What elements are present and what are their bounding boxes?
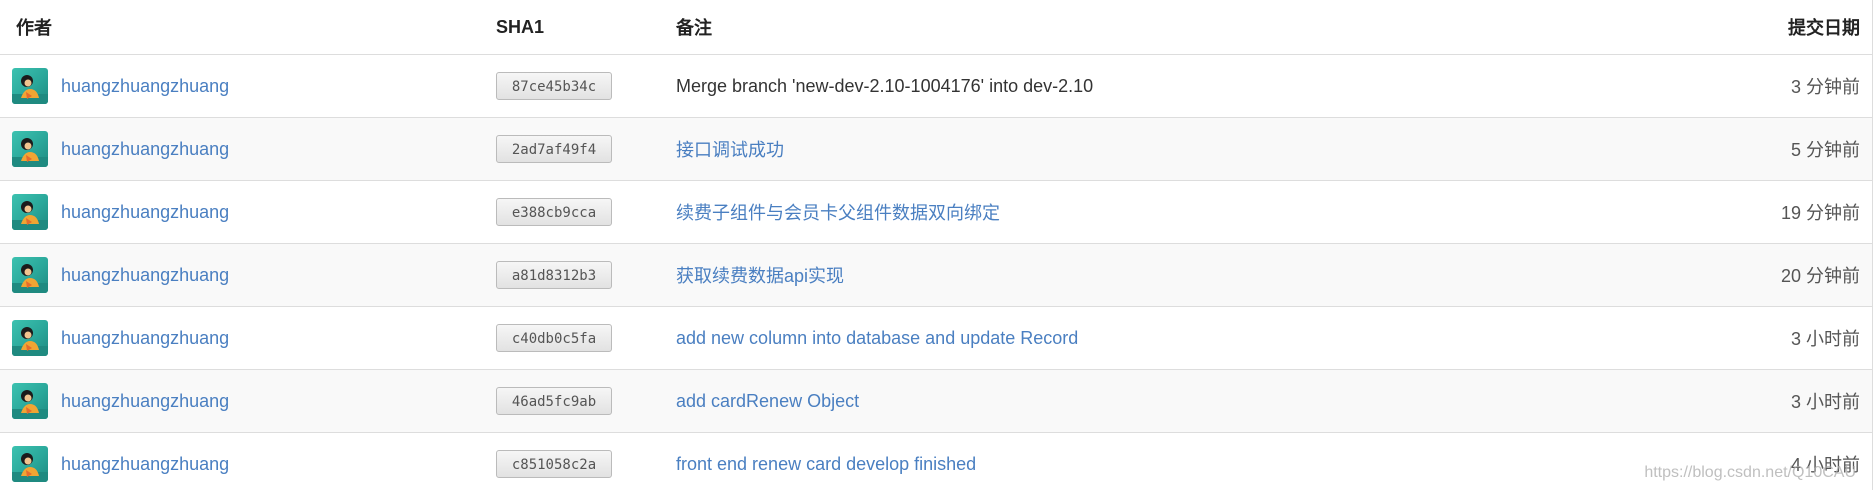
table-row: huangzhuangzhuang 46ad5fc9ab add cardRen… xyxy=(0,370,1872,433)
date-cell: 3 小时前 xyxy=(1572,325,1872,351)
note-cell: 接口调试成功 xyxy=(676,136,1572,162)
commit-date: 3 小时前 xyxy=(1790,329,1860,349)
sha-cell: 2ad7af49f4 xyxy=(496,135,676,163)
table-header: 作者 SHA1 备注 提交日期 xyxy=(0,0,1872,55)
commit-date: 5 分钟前 xyxy=(1790,140,1860,160)
commit-date: 3 分钟前 xyxy=(1790,77,1860,97)
author-cell: huangzhuangzhuang xyxy=(0,194,496,230)
sha-cell: e388cb9cca xyxy=(496,198,676,226)
note-cell: 获取续费数据api实现 xyxy=(676,262,1572,288)
commit-message-link[interactable]: add new column into database and update … xyxy=(676,328,1078,348)
note-cell: front end renew card develop finished xyxy=(676,454,1572,475)
date-cell: 20 分钟前 xyxy=(1572,262,1872,288)
sha-badge[interactable]: 46ad5fc9ab xyxy=(496,387,612,415)
user-avatar-icon[interactable] xyxy=(12,68,48,104)
user-avatar-icon[interactable] xyxy=(12,383,48,419)
sha-cell: 87ce45b34c xyxy=(496,72,676,100)
author-cell: huangzhuangzhuang xyxy=(0,320,496,356)
sha-cell: 46ad5fc9ab xyxy=(496,387,676,415)
date-cell: 3 分钟前 xyxy=(1572,73,1872,99)
date-cell: 3 小时前 xyxy=(1572,388,1872,414)
note-cell: 续费子组件与会员卡父组件数据双向绑定 xyxy=(676,199,1572,225)
commit-message-link[interactable]: 接口调试成功 xyxy=(676,140,784,160)
user-avatar-icon[interactable] xyxy=(12,257,48,293)
table-row: huangzhuangzhuang a81d8312b3 获取续费数据api实现… xyxy=(0,244,1872,307)
user-avatar-icon[interactable] xyxy=(12,320,48,356)
sha-badge[interactable]: 2ad7af49f4 xyxy=(496,135,612,163)
author-cell: huangzhuangzhuang xyxy=(0,446,496,482)
commit-table: 作者 SHA1 备注 提交日期 huangzhuangzhuang 87ce45… xyxy=(0,0,1873,490)
note-cell: add cardRenew Object xyxy=(676,391,1572,412)
sha-badge[interactable]: e388cb9cca xyxy=(496,198,612,226)
sha-badge[interactable]: c851058c2a xyxy=(496,450,612,478)
author-cell: huangzhuangzhuang xyxy=(0,383,496,419)
table-row: huangzhuangzhuang 2ad7af49f4 接口调试成功 5 分钟… xyxy=(0,118,1872,181)
commit-message-link[interactable]: 获取续费数据api实现 xyxy=(676,266,844,286)
header-sha: SHA1 xyxy=(496,16,545,37)
author-link[interactable]: huangzhuangzhuang xyxy=(61,454,229,475)
author-link[interactable]: huangzhuangzhuang xyxy=(61,265,229,286)
commit-date: 3 小时前 xyxy=(1790,392,1860,412)
author-cell: huangzhuangzhuang xyxy=(0,68,496,104)
table-row: huangzhuangzhuang 87ce45b34c Merge branc… xyxy=(0,55,1872,118)
table-row: huangzhuangzhuang c851058c2a front end r… xyxy=(0,433,1872,490)
note-cell: add new column into database and update … xyxy=(676,328,1572,349)
sha-cell: a81d8312b3 xyxy=(496,261,676,289)
table-row: huangzhuangzhuang c40db0c5fa add new col… xyxy=(0,307,1872,370)
author-cell: huangzhuangzhuang xyxy=(0,131,496,167)
watermark: https://blog.csdn.net/Q10CAU xyxy=(1644,464,1856,481)
author-link[interactable]: huangzhuangzhuang xyxy=(61,391,229,412)
commit-date: 20 分钟前 xyxy=(1780,266,1860,286)
user-avatar-icon[interactable] xyxy=(12,194,48,230)
commit-message: Merge branch 'new-dev-2.10-1004176' into… xyxy=(676,75,1094,96)
sha-cell: c851058c2a xyxy=(496,450,676,478)
commit-message-link[interactable]: front end renew card develop finished xyxy=(676,454,976,474)
user-avatar-icon[interactable] xyxy=(12,131,48,167)
sha-badge[interactable]: a81d8312b3 xyxy=(496,261,612,289)
author-link[interactable]: huangzhuangzhuang xyxy=(61,328,229,349)
author-link[interactable]: huangzhuangzhuang xyxy=(61,139,229,160)
date-cell: 19 分钟前 xyxy=(1572,199,1872,225)
header-author: 作者 xyxy=(16,18,52,38)
note-cell: Merge branch 'new-dev-2.10-1004176' into… xyxy=(676,76,1572,97)
sha-badge[interactable]: c40db0c5fa xyxy=(496,324,612,352)
author-link[interactable]: huangzhuangzhuang xyxy=(61,202,229,223)
commit-date: 19 分钟前 xyxy=(1780,203,1860,223)
header-date: 提交日期 xyxy=(1788,18,1860,38)
header-note: 备注 xyxy=(676,18,712,38)
commit-message-link[interactable]: 续费子组件与会员卡父组件数据双向绑定 xyxy=(676,203,1000,223)
sha-badge[interactable]: 87ce45b34c xyxy=(496,72,612,100)
sha-cell: c40db0c5fa xyxy=(496,324,676,352)
author-link[interactable]: huangzhuangzhuang xyxy=(61,76,229,97)
date-cell: 5 分钟前 xyxy=(1572,136,1872,162)
user-avatar-icon[interactable] xyxy=(12,446,48,482)
table-row: huangzhuangzhuang e388cb9cca 续费子组件与会员卡父组… xyxy=(0,181,1872,244)
commit-message-link[interactable]: add cardRenew Object xyxy=(676,391,859,411)
author-cell: huangzhuangzhuang xyxy=(0,257,496,293)
